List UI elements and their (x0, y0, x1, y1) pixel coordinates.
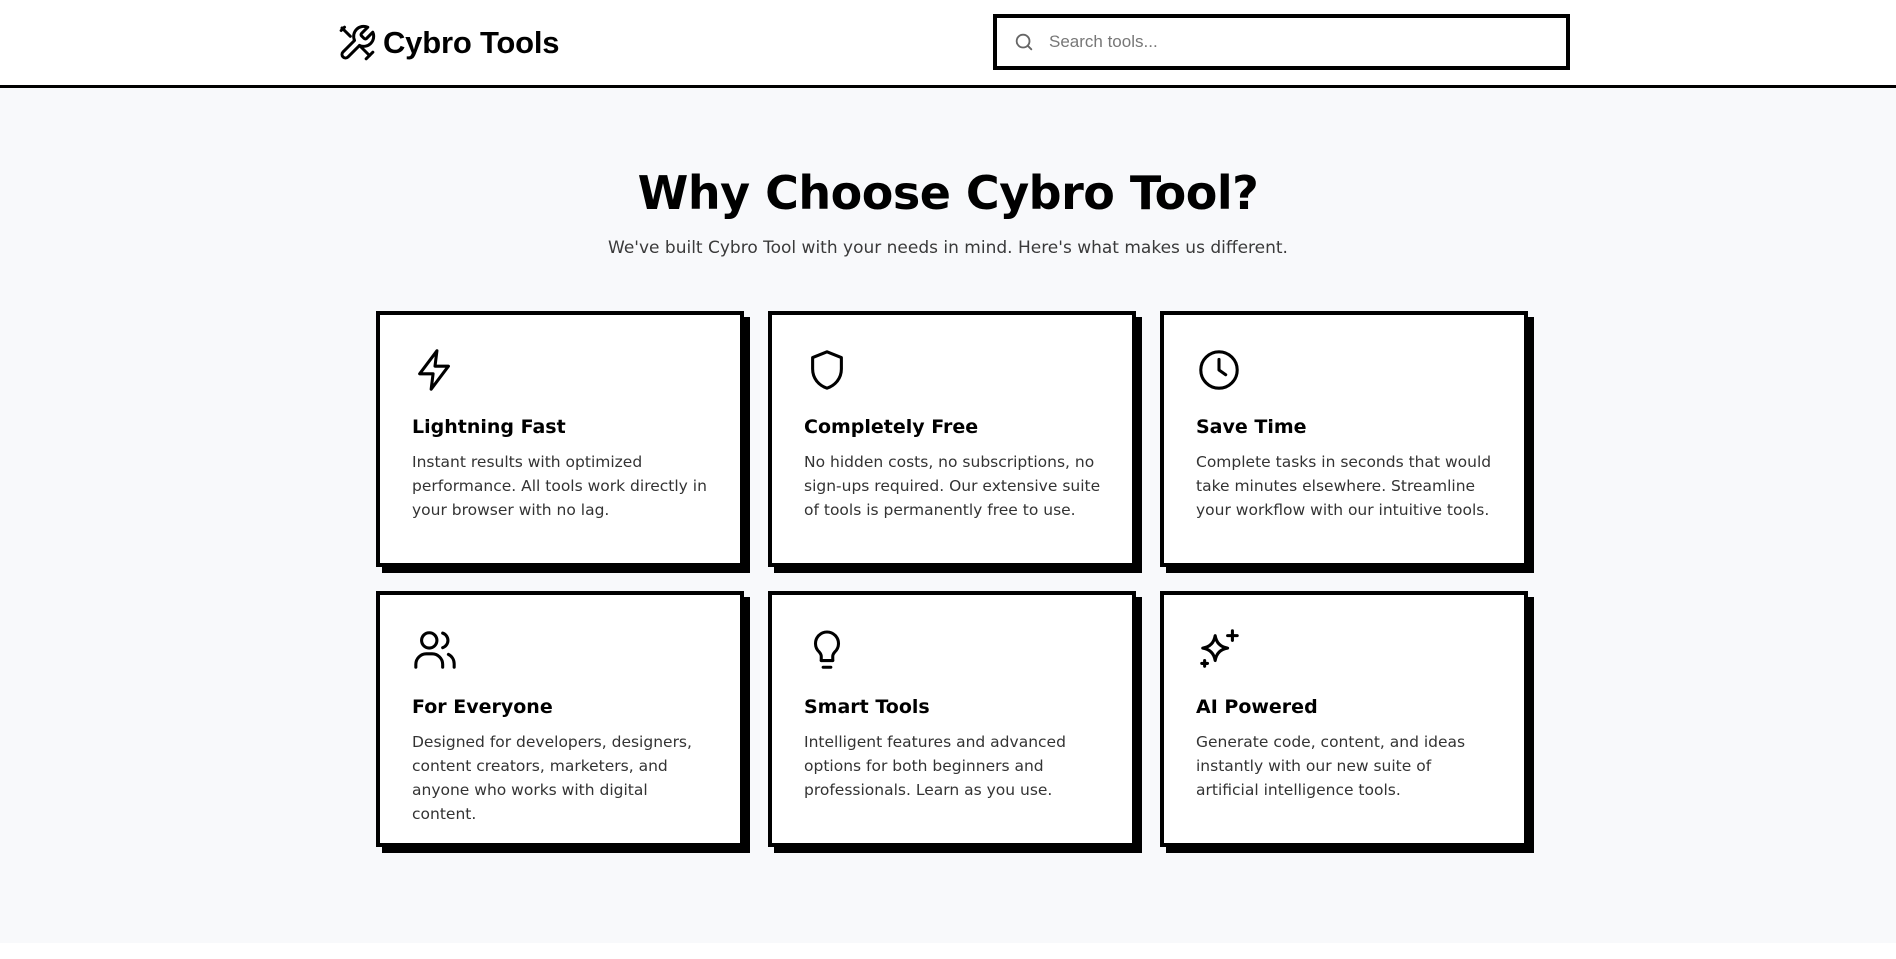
feature-card-for-everyone: For Everyone Designed for developers, de… (376, 591, 744, 847)
feature-title: AI Powered (1196, 696, 1318, 718)
lightning-icon (418, 349, 450, 391)
search-box[interactable] (993, 14, 1570, 70)
brand-logo-link[interactable]: Cybro Tools (337, 22, 560, 64)
tools-icon (337, 23, 377, 63)
features-section: Why Choose Cybro Tool? We've built Cybro… (0, 88, 1896, 943)
section-subtitle: We've built Cybro Tool with your needs i… (608, 238, 1288, 258)
sparkles-icon (1200, 629, 1239, 668)
feature-title: Smart Tools (804, 696, 930, 718)
lightbulb-icon (814, 630, 840, 669)
users-icon (414, 631, 456, 669)
search-input[interactable] (1049, 18, 1566, 66)
feature-description: No hidden costs, no subscriptions, no si… (804, 453, 1101, 519)
section-title: Why Choose Cybro Tool? (637, 166, 1259, 220)
feature-card-save-time: Save Time Complete tasks in seconds that… (1160, 311, 1528, 567)
brand-name: Cybro Tools (383, 25, 560, 60)
feature-description: Instant results with optimized performan… (412, 453, 707, 519)
feature-description: Complete tasks in seconds that would tak… (1196, 453, 1492, 519)
feature-title: Completely Free (804, 416, 979, 438)
feature-card-lightning-fast: Lightning Fast Instant results with opti… (376, 311, 744, 567)
feature-card-completely-free: Completely Free No hidden costs, no subs… (768, 311, 1136, 567)
feature-description: Intelligent features and advanced option… (804, 733, 1066, 799)
feature-description: Designed for developers, designers, cont… (412, 733, 692, 823)
feature-title: Lightning Fast (412, 416, 566, 438)
feature-card-ai-powered: AI Powered Generate code, content, and i… (1160, 591, 1528, 847)
feature-description: Generate code, content, and ideas instan… (1196, 733, 1466, 799)
site-header: Cybro Tools (0, 0, 1896, 88)
features-grid: Lightning Fast Instant results with opti… (376, 311, 1528, 847)
page-bottom-strip (0, 943, 1896, 959)
search-icon (1015, 33, 1033, 51)
shield-icon (811, 350, 843, 390)
feature-card-smart-tools: Smart Tools Intelligent features and adv… (768, 591, 1136, 847)
clock-icon (1199, 350, 1239, 390)
feature-title: For Everyone (412, 696, 553, 718)
feature-title: Save Time (1196, 416, 1307, 438)
